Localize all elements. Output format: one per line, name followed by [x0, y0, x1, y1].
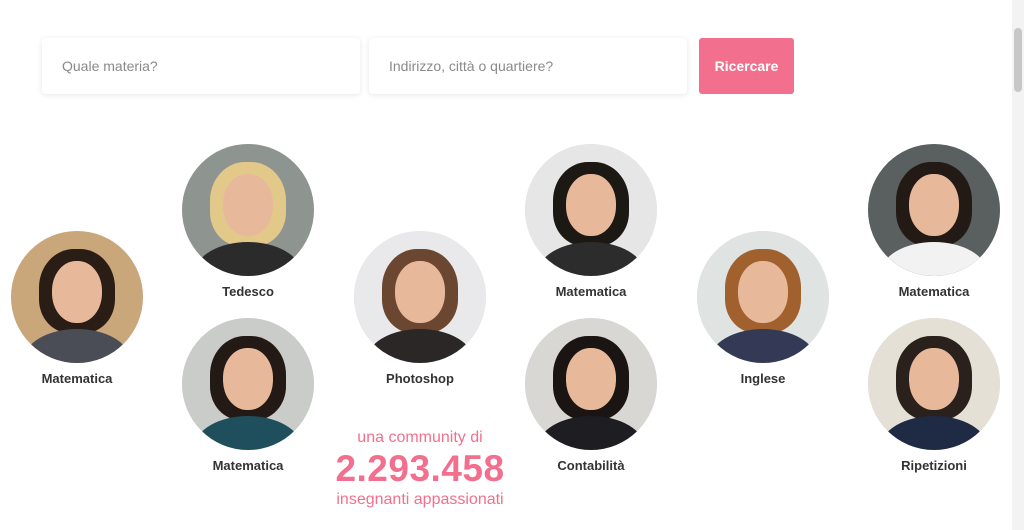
teacher-avatar [182, 144, 314, 276]
page-scrollbar[interactable] [1012, 0, 1024, 530]
teacher-avatar [868, 144, 1000, 276]
subject-input[interactable] [42, 38, 360, 94]
teacher-card[interactable]: Inglese [697, 231, 829, 386]
teacher-card[interactable]: Matematica [182, 318, 314, 473]
teacher-avatar [354, 231, 486, 363]
location-input[interactable] [369, 38, 687, 94]
community-intro: una community di [357, 429, 483, 446]
teacher-subject: Matematica [555, 284, 627, 299]
teacher-avatar [11, 231, 143, 363]
subject-field[interactable] [42, 38, 360, 94]
teacher-subject: Tedesco [222, 284, 274, 299]
teacher-subject: Photoshop [386, 371, 454, 386]
teacher-subject: Contabilità [557, 458, 625, 473]
community-count: 2.293.458 [335, 448, 505, 489]
search-button[interactable]: Ricercare [699, 38, 794, 94]
teacher-subject: Inglese [740, 371, 786, 386]
location-field[interactable] [369, 38, 687, 94]
scrollbar-thumb[interactable] [1014, 28, 1022, 92]
teacher-avatar [525, 144, 657, 276]
teacher-subject: Matematica [898, 284, 970, 299]
teacher-card[interactable]: Matematica [11, 231, 143, 386]
teacher-card[interactable]: Matematica [868, 144, 1000, 299]
teacher-avatar [868, 318, 1000, 450]
teacher-card[interactable]: Matematica [525, 144, 657, 299]
teacher-avatar [525, 318, 657, 450]
teacher-avatar [697, 231, 829, 363]
community-outro: insegnanti appassionati [336, 491, 504, 508]
teacher-card[interactable]: Contabilità [525, 318, 657, 473]
teacher-card[interactable]: Ripetizioni [868, 318, 1000, 473]
teacher-subject: Matematica [41, 371, 113, 386]
community-counter: una community di 2.293.458 insegnanti ap… [320, 428, 520, 510]
teacher-subject: Ripetizioni [901, 458, 967, 473]
teacher-avatar [182, 318, 314, 450]
teacher-subject: Matematica [212, 458, 284, 473]
teacher-card[interactable]: Tedesco [182, 144, 314, 299]
teacher-card[interactable]: Photoshop [354, 231, 486, 386]
